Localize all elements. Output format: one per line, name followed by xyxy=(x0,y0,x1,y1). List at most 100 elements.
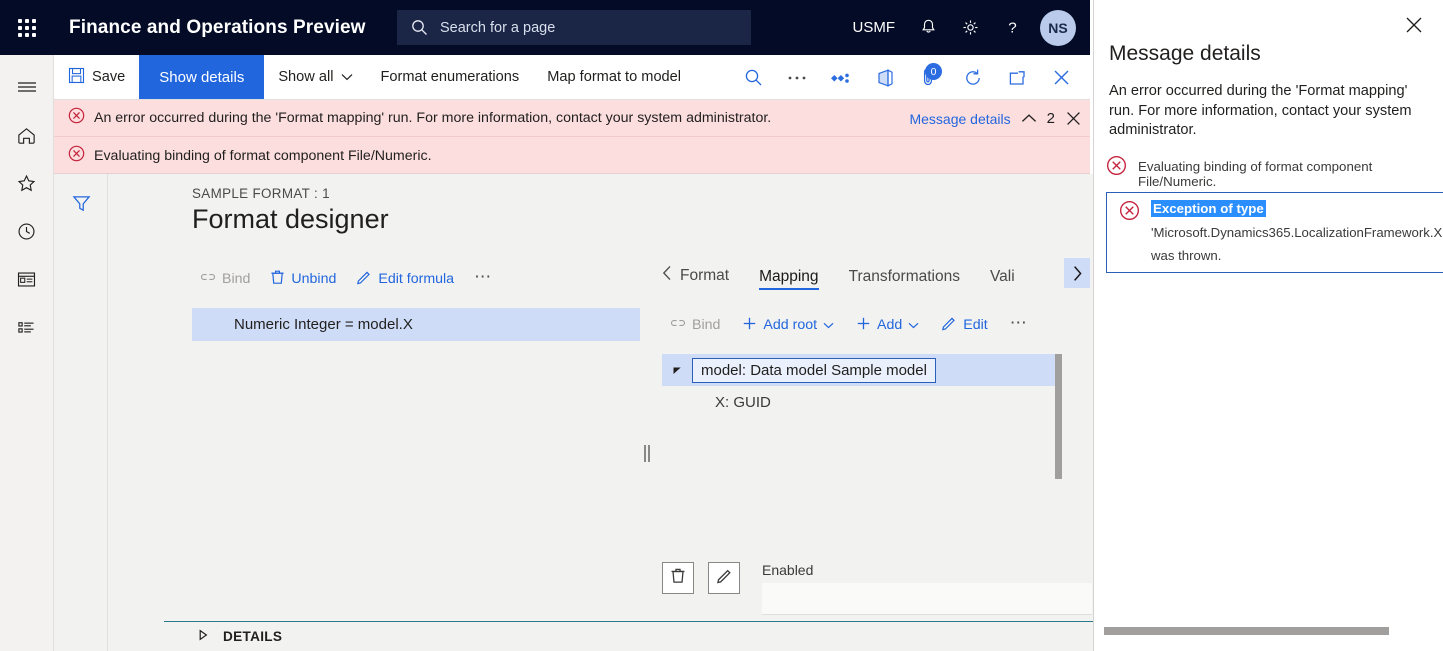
page-content: SAMPLE FORMAT : 1 Format designer Bind xyxy=(109,174,1114,651)
error-icon xyxy=(68,145,85,167)
show-all-button[interactable]: Show all xyxy=(264,55,366,99)
message-details-panel: Message details An error occurred during… xyxy=(1093,0,1443,651)
model-tree-root-row[interactable]: model: Data model Sample model xyxy=(662,354,1062,386)
details-section-label: DETAILS xyxy=(223,629,282,644)
save-icon xyxy=(68,67,85,88)
refresh-icon[interactable] xyxy=(952,55,994,100)
details-section-header[interactable]: DETAILS xyxy=(164,621,1169,651)
top-navigation-bar: Finance and Operations Preview USMF ? NS xyxy=(0,0,1090,55)
gear-icon[interactable] xyxy=(950,8,990,48)
panel-description: An error occurred during the 'Format map… xyxy=(1109,82,1428,141)
link-icon xyxy=(200,271,216,287)
edit-formula-label: Edit formula xyxy=(378,271,454,287)
model-tree-child-row[interactable]: X: GUID xyxy=(662,394,1062,411)
tab-mapping[interactable]: Mapping xyxy=(759,268,818,290)
app-launcher-icon[interactable] xyxy=(0,0,54,55)
error-message-text: Evaluating binding of format component F… xyxy=(94,148,432,164)
map-format-to-model-button[interactable]: Map format to model xyxy=(533,55,695,99)
exception-type-name: 'Microsoft.Dynamics365.LocalizationFrame… xyxy=(1151,225,1443,240)
delete-button[interactable] xyxy=(662,562,694,594)
edit-formula-button[interactable]: Edit formula xyxy=(348,266,462,292)
show-details-button[interactable]: Show details xyxy=(139,55,264,99)
exception-thrown-text: was thrown. xyxy=(1151,248,1443,263)
pencil-icon xyxy=(356,269,372,289)
hamburger-icon[interactable] xyxy=(0,64,54,110)
exception-text-block: Exception of type 'Microsoft.Dynamics365… xyxy=(1151,200,1443,263)
tab-format[interactable]: Format xyxy=(662,265,729,290)
office-icon[interactable] xyxy=(864,55,906,100)
panel-scroll-thumb[interactable] xyxy=(1104,627,1389,635)
company-selector[interactable]: USMF xyxy=(842,13,907,42)
overflow-ellipsis-icon[interactable]: ⋯ xyxy=(1002,310,1037,341)
chevron-down-icon xyxy=(823,317,834,333)
add-root-label: Add root xyxy=(763,317,817,333)
triangle-right-icon xyxy=(198,629,209,644)
triangle-down-icon[interactable] xyxy=(662,365,692,376)
model-tree-scroll-thumb[interactable] xyxy=(1055,354,1062,479)
tab-validations[interactable]: Vali xyxy=(990,268,1015,290)
home-icon[interactable] xyxy=(0,112,54,158)
app-title: Finance and Operations Preview xyxy=(69,17,366,39)
add-label: Add xyxy=(877,317,902,333)
format-tree-selected-row[interactable]: Numeric Integer = model.X xyxy=(192,308,640,341)
bind-button[interactable]: Bind xyxy=(192,268,258,290)
unbind-button[interactable]: Unbind xyxy=(262,266,344,292)
add-button[interactable]: Add xyxy=(848,313,927,338)
close-icon[interactable] xyxy=(1040,55,1082,100)
pane-splitter-left[interactable] xyxy=(644,445,650,462)
message-details-link[interactable]: Message details xyxy=(909,111,1010,127)
bell-icon[interactable] xyxy=(908,8,948,48)
attachment-icon[interactable]: 0 xyxy=(908,55,950,100)
mapping-bind-button[interactable]: Bind xyxy=(662,314,728,336)
error-message-text: An error occurred during the 'Format map… xyxy=(94,110,771,126)
share-icon[interactable] xyxy=(820,55,862,100)
avatar[interactable]: NS xyxy=(1040,10,1076,46)
chevron-down-icon xyxy=(908,317,919,333)
unbind-label: Unbind xyxy=(291,271,336,287)
filter-icon[interactable] xyxy=(54,188,108,218)
chevron-up-icon[interactable] xyxy=(1021,113,1037,124)
command-bar-icon-group: 0 xyxy=(732,55,1082,100)
panel-horizontal-scrollbar[interactable] xyxy=(1104,627,1434,635)
error-icon xyxy=(1119,200,1140,226)
panel-exception-row[interactable]: Exception of type 'Microsoft.Dynamics365… xyxy=(1106,192,1443,273)
properties-buttons: Enabled xyxy=(662,562,1102,615)
mapping-pane-toolbar: Bind Add root xyxy=(662,310,1082,340)
list-icon[interactable] xyxy=(0,304,54,350)
edit-button[interactable]: Edit xyxy=(933,312,995,338)
enabled-field-label: Enabled xyxy=(762,562,1092,578)
add-root-button[interactable]: Add root xyxy=(734,313,842,338)
model-tree-scrollbar[interactable] xyxy=(1055,354,1062,479)
workspace-icon[interactable] xyxy=(0,256,54,302)
overflow-ellipsis-icon[interactable] xyxy=(776,55,818,100)
close-icon[interactable] xyxy=(1401,12,1427,38)
format-pane-toolbar: Bind Unbind Edit formula ⋯ xyxy=(192,264,642,294)
properties-area: Enabled xyxy=(662,562,1102,615)
error-bar-actions: Message details 2 xyxy=(909,100,1082,137)
edit-property-button[interactable] xyxy=(708,562,740,594)
model-tree: model: Data model Sample model X: GUID xyxy=(662,354,1062,479)
exception-selected-text: Exception of type xyxy=(1151,200,1266,217)
page-title: Format designer xyxy=(192,204,1114,235)
star-icon[interactable] xyxy=(0,160,54,206)
search-icon[interactable] xyxy=(732,55,774,100)
search-input[interactable] xyxy=(438,19,728,37)
top-nav-right-group: USMF ? NS xyxy=(842,0,1091,55)
enabled-field-group: Enabled xyxy=(762,562,1092,615)
format-enumerations-button[interactable]: Format enumerations xyxy=(367,55,534,99)
chevron-right-icon[interactable] xyxy=(1064,258,1090,288)
question-mark-icon[interactable]: ? xyxy=(992,8,1032,48)
close-icon[interactable] xyxy=(1065,110,1082,127)
breadcrumb: SAMPLE FORMAT : 1 xyxy=(192,186,1114,201)
global-search-box[interactable] xyxy=(397,10,751,45)
panel-message-text: Evaluating binding of format component F… xyxy=(1138,159,1443,189)
clock-icon[interactable] xyxy=(0,208,54,254)
enabled-field-input[interactable] xyxy=(762,583,1092,615)
command-bar: Save Show details Show all Format enumer… xyxy=(54,55,1090,100)
overflow-ellipsis-icon[interactable]: ⋯ xyxy=(466,264,501,295)
save-button[interactable]: Save xyxy=(54,55,139,99)
plus-icon xyxy=(856,316,871,335)
left-navigation-rail xyxy=(0,55,54,651)
tab-transformations[interactable]: Transformations xyxy=(849,268,960,290)
open-in-new-window-icon[interactable] xyxy=(996,55,1038,100)
